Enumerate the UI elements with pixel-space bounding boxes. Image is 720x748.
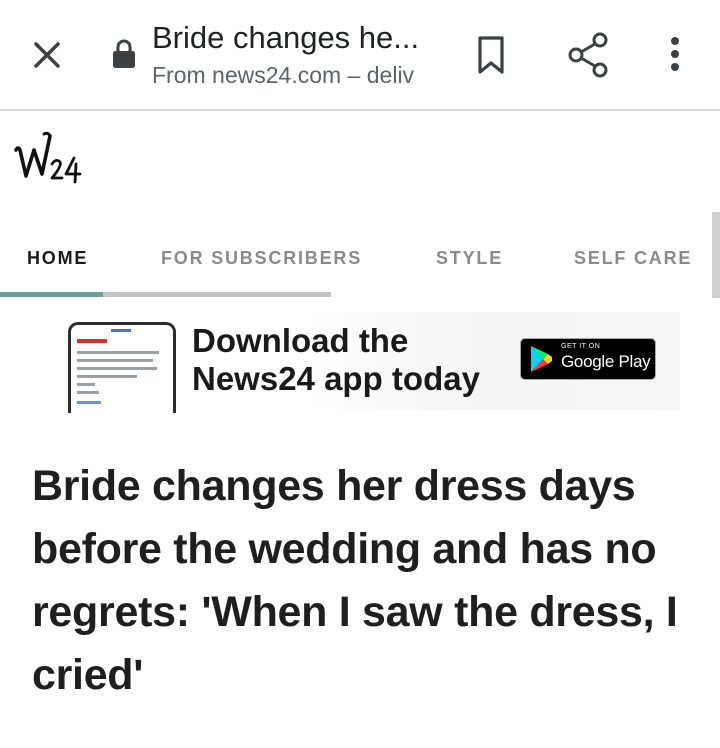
article-headline: Bride changes her dress days before the …	[32, 462, 678, 699]
google-play-badge[interactable]: GET IT ON Google Play	[520, 338, 656, 380]
tab-home[interactable]: HOME	[27, 248, 88, 269]
browser-toolbar: Bride changes he... From news24.com – de…	[0, 0, 720, 111]
badge-store-name: Google Play	[561, 352, 651, 371]
nav-overflow-edge	[712, 212, 720, 298]
tab-style[interactable]: STYLE	[436, 248, 503, 269]
tab-self-care[interactable]: SELF CARE	[574, 248, 692, 269]
page-url[interactable]: From news24.com – deliv	[152, 62, 442, 89]
bookmark-icon[interactable]	[466, 30, 516, 80]
share-icon[interactable]	[564, 28, 614, 82]
url-path: deliv	[366, 62, 415, 88]
promo-heading-line2: News24 app today	[192, 360, 480, 397]
page-title[interactable]: Bride changes he...	[152, 20, 442, 56]
close-icon[interactable]	[22, 30, 72, 80]
badge-small-text: GET IT ON	[561, 343, 601, 350]
url-separator: –	[341, 62, 367, 88]
lock-icon[interactable]	[110, 38, 138, 70]
tab-for-subscribers[interactable]: FOR SUBSCRIBERS	[161, 248, 362, 269]
google-play-icon	[531, 346, 552, 372]
active-tab-indicator	[0, 292, 103, 297]
app-promo-banner[interactable]: Download the News24 app today GET IT ON …	[60, 312, 680, 413]
url-domain: From news24.com	[152, 62, 342, 88]
section-nav: HOME FOR SUBSCRIBERS STYLE SELF CARE	[0, 212, 720, 300]
phone-mockup-image	[68, 322, 176, 413]
site-logo[interactable]	[14, 128, 94, 190]
promo-heading-line1: Download the	[192, 322, 409, 359]
more-vert-icon[interactable]	[650, 28, 700, 82]
